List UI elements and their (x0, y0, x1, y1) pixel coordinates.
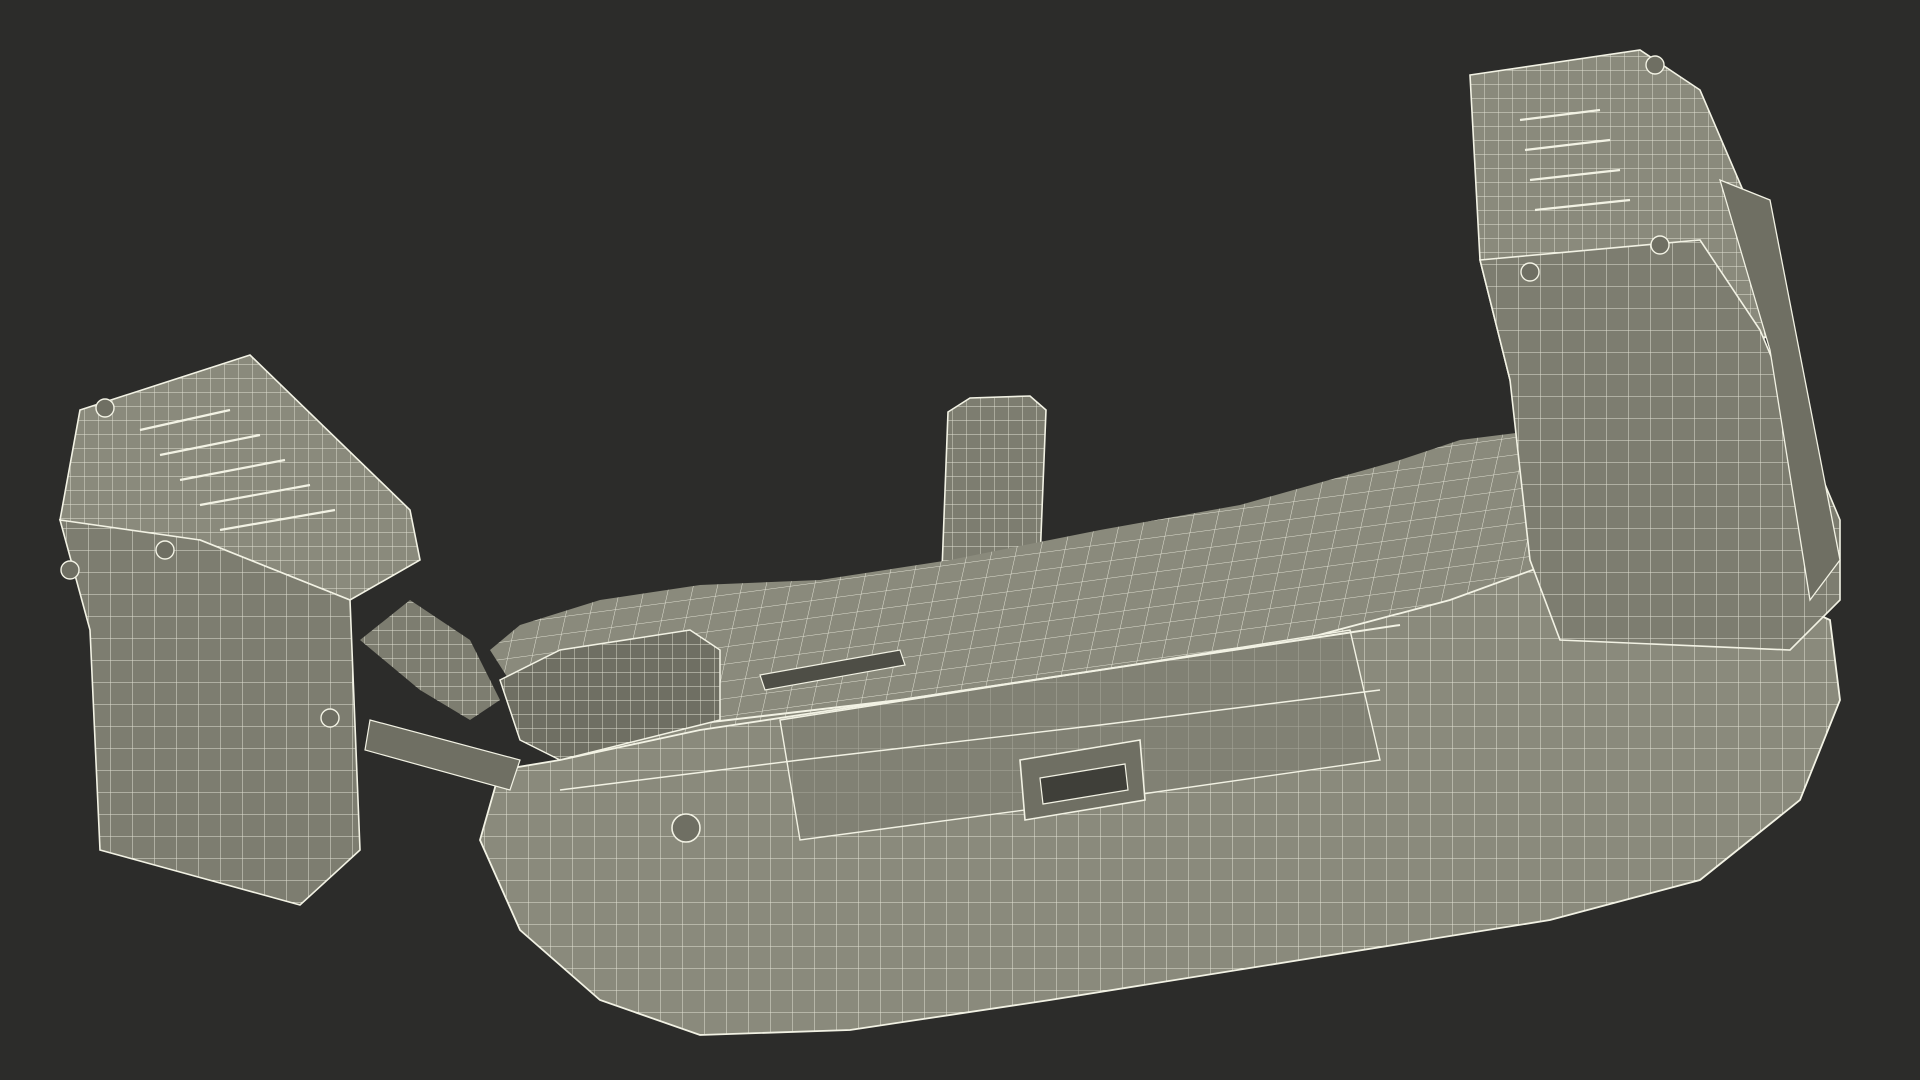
body-screw-icon (671, 813, 701, 843)
right-screw-icon-2 (1650, 235, 1670, 255)
wireframe-render (0, 0, 1920, 1080)
left-screw-icon (95, 398, 115, 418)
left-screw-icon-3 (155, 540, 175, 560)
right-screw-icon-3 (1520, 262, 1540, 282)
left-screw-icon-2 (60, 560, 80, 580)
antenna (941, 395, 1047, 571)
right-screw-icon (1645, 55, 1665, 75)
side-screw-icon (320, 708, 340, 728)
